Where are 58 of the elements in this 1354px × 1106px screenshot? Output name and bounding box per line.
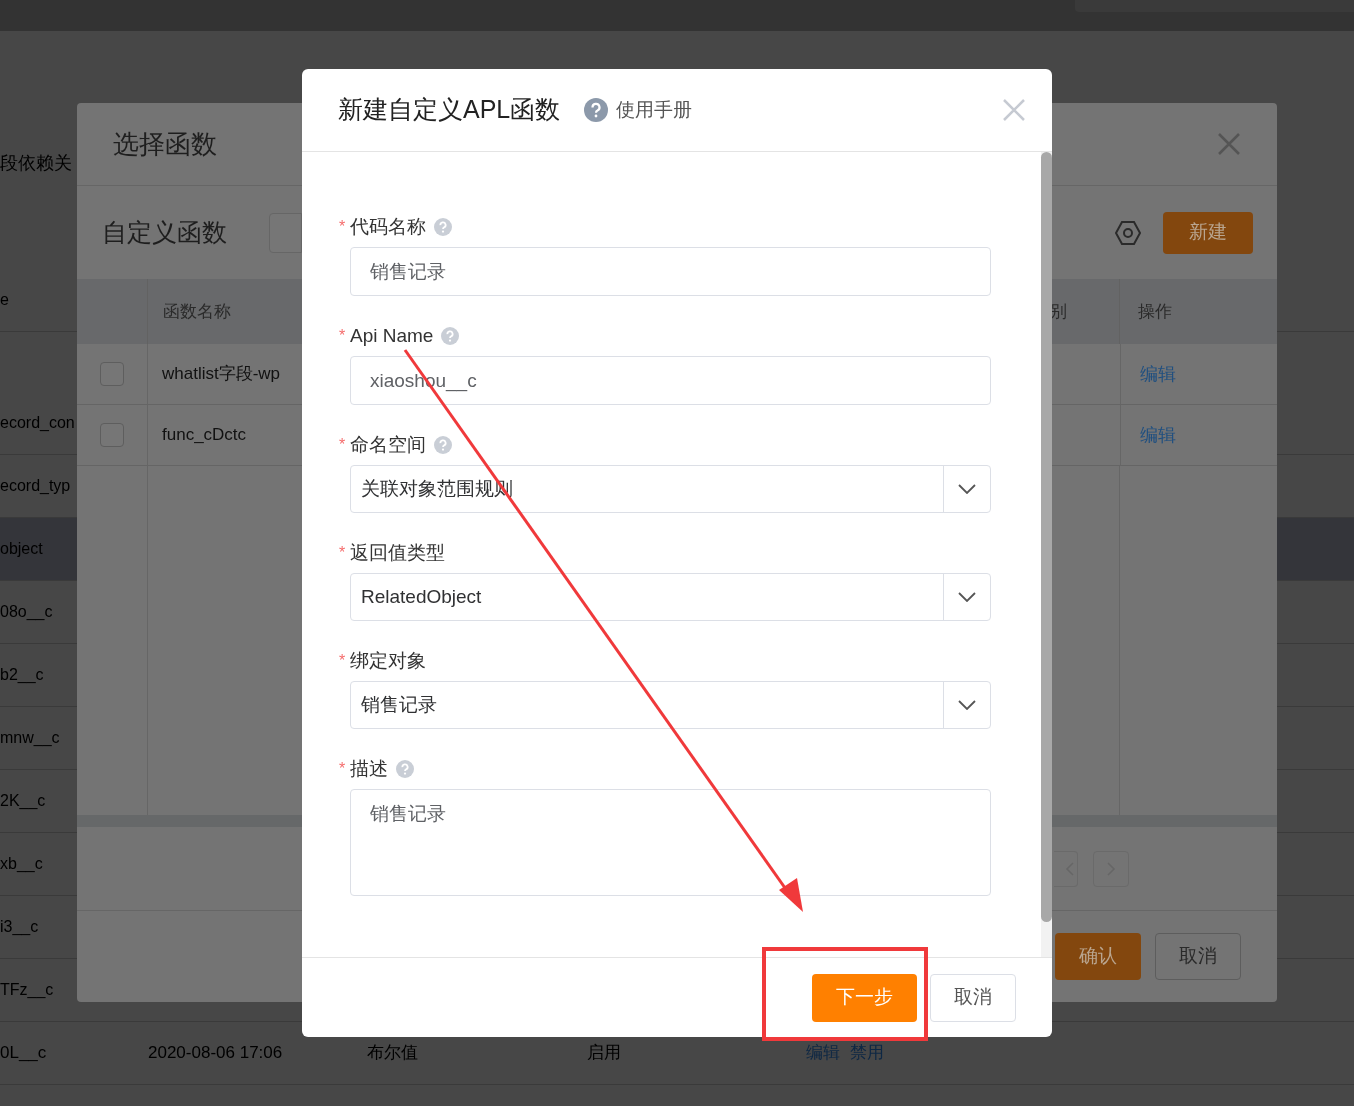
table-cell: 2K__c	[0, 792, 46, 809]
table-cell: i3__c	[0, 918, 39, 935]
table-cell: 08o__c	[0, 603, 53, 620]
dialog-title: 新建自定义APL函数	[338, 94, 561, 126]
confirm-button[interactable]: 确认	[1055, 933, 1141, 980]
new-button[interactable]: 新建	[1163, 211, 1253, 254]
table-cell-text: 0L__c	[0, 1042, 48, 1065]
text-area[interactable]: 销售记录	[350, 789, 991, 896]
table-cell: e	[0, 291, 9, 308]
table-cell: ecord_con	[0, 414, 75, 431]
help-icon[interactable]	[434, 218, 452, 236]
help-icon[interactable]	[441, 327, 460, 345]
settings-icon[interactable]	[1115, 219, 1141, 246]
close-icon[interactable]	[1217, 132, 1241, 156]
field-label: 返回值类型	[350, 540, 445, 565]
section-title: 自定义函数	[102, 216, 228, 248]
required-mark: *	[339, 435, 347, 455]
required-mark: *	[339, 217, 347, 237]
chevron-down-icon	[958, 592, 976, 602]
table-cell: TFz__c	[0, 981, 54, 998]
field-label: 描述	[350, 756, 388, 781]
checkbox[interactable]	[100, 362, 124, 386]
required-mark: *	[339, 759, 347, 779]
field-label: 代码名称	[350, 214, 426, 239]
table-cell: b2__c	[0, 666, 44, 683]
scrollbar-thumb[interactable]	[1041, 152, 1052, 922]
chevron-down-icon	[958, 700, 976, 710]
required-mark: *	[339, 651, 347, 671]
table-cell-text: 布尔值	[367, 1042, 419, 1065]
table-cell: func_cDctc	[162, 425, 247, 445]
table-cell-text: 2020-08-06 17:06	[148, 1042, 284, 1065]
column-header: 操作	[1137, 300, 1172, 323]
field-label: 命名空间	[350, 432, 426, 457]
required-mark: *	[339, 326, 347, 346]
cancel-button[interactable]: 取消	[1155, 933, 1241, 980]
cancel-button[interactable]: 取消	[930, 973, 1016, 1022]
column-header: 函数名称	[162, 300, 232, 323]
help-icon[interactable]	[584, 98, 609, 122]
required-mark: *	[339, 543, 347, 563]
table-cell: xb__c	[0, 855, 43, 872]
table-cell: object	[0, 540, 43, 557]
table-cell: mnw__c	[0, 729, 60, 746]
table-cell-text: 启用	[587, 1042, 622, 1065]
table-cell: whatlist字段-wp	[162, 364, 281, 384]
field-label: 绑定对象	[350, 648, 426, 673]
input-field[interactable]: 销售记录	[350, 247, 991, 296]
checkbox[interactable]	[100, 423, 124, 447]
chevron-down-icon	[958, 484, 976, 494]
page-heading: 段依赖关	[0, 153, 72, 173]
field-label: Api Name	[350, 323, 434, 348]
select-field[interactable]: RelatedObject	[350, 573, 991, 621]
help-icon[interactable]	[396, 760, 414, 778]
select-field[interactable]: 销售记录	[350, 681, 991, 729]
help-icon[interactable]	[434, 436, 452, 454]
search-field[interactable]	[269, 212, 302, 253]
table-cell: ecord_typ	[0, 477, 71, 494]
help-link[interactable]: 使用手册	[616, 95, 693, 125]
dialog-title: 选择函数	[113, 127, 217, 161]
